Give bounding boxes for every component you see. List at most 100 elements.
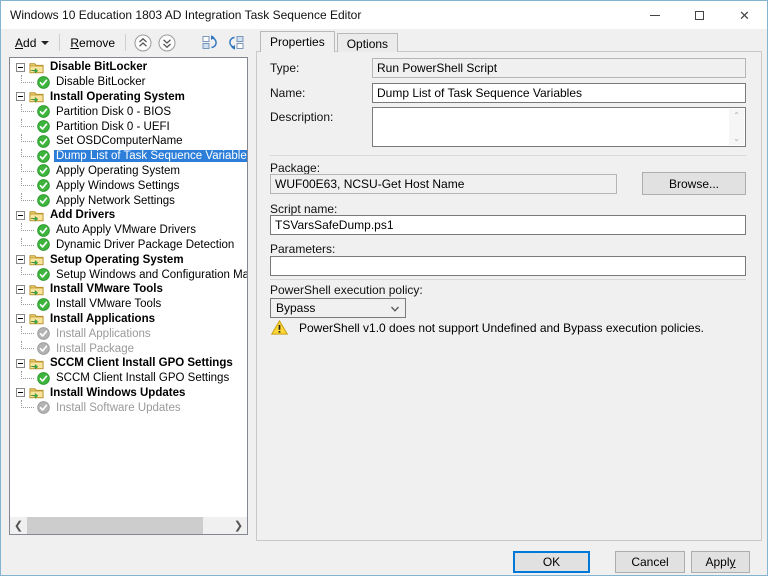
tree-step-row[interactable]: Disable BitLocker [10, 74, 247, 90]
tree-step-row[interactable]: SCCM Client Install GPO Settings [10, 370, 247, 386]
step-enabled-icon [37, 223, 50, 237]
remove-button[interactable]: Remove [65, 33, 120, 53]
step-enabled-icon [37, 371, 50, 385]
collapse-expander-icon[interactable] [16, 210, 25, 220]
group-folder-icon [29, 92, 44, 104]
tree-group-row[interactable]: Install Operating System [10, 90, 247, 105]
tree-group-row[interactable]: Add Drivers [10, 208, 247, 223]
tree-step-row[interactable]: Apply Windows Settings [10, 178, 247, 193]
tree-step-row[interactable]: Install Software Updates [10, 400, 247, 415]
group-folder-icon [29, 285, 44, 296]
tree-connector-line [21, 341, 34, 350]
tree-item-label: Install VMware Tools [50, 283, 163, 296]
group-folder-icon [29, 314, 44, 326]
tree-group-row[interactable]: Setup Operating System [10, 252, 247, 267]
add-button[interactable]: Add [10, 33, 54, 53]
task-sequence-tree: Disable BitLocker Disable BitLocker Instal… [10, 58, 247, 517]
chevron-down-icon [391, 306, 399, 312]
name-label: Name: [270, 86, 306, 100]
tree-connector-line [21, 237, 34, 246]
collapse-all-button[interactable] [202, 34, 219, 54]
tree-item-label: Install Software Updates [56, 401, 181, 414]
tree-group-row[interactable]: SCCM Client Install GPO Settings [10, 356, 247, 371]
cancel-button[interactable]: Cancel [615, 551, 685, 573]
tree-item-label: Setup Operating System [50, 253, 184, 266]
minimize-button[interactable] [632, 1, 677, 29]
execution-policy-label: PowerShell execution policy: [270, 283, 423, 297]
collapse-expander-icon[interactable] [16, 388, 25, 398]
chevron-down-icon [41, 40, 50, 45]
tab-options[interactable]: Options [336, 33, 399, 52]
tree-group-row[interactable]: Disable BitLocker [10, 60, 247, 75]
type-field[interactable]: Run PowerShell Script [372, 58, 746, 78]
script-name-input[interactable] [270, 215, 746, 235]
execution-policy-warning: PowerShell v1.0 does not support Undefin… [271, 320, 704, 335]
tree-group-row[interactable]: Install Windows Updates [10, 386, 247, 401]
task-sequence-editor-window: Windows 10 Education 1803 AD Integration… [0, 0, 768, 576]
tree-step-row[interactable]: Apply Network Settings [10, 193, 247, 208]
apply-button[interactable]: Appl y [691, 551, 750, 573]
step-enabled-icon [37, 149, 50, 163]
tree-connector-line [21, 133, 34, 142]
collapse-expander-icon[interactable] [16, 255, 25, 265]
parameters-input[interactable] [270, 256, 746, 276]
warning-icon [271, 320, 288, 335]
tree-step-row[interactable]: Install Package [10, 341, 247, 356]
tree-step-row[interactable]: Set OSDComputerName [10, 133, 247, 149]
step-enabled-icon [37, 75, 50, 89]
maximize-icon [695, 10, 704, 20]
move-up-button[interactable] [134, 34, 152, 52]
properties-tab-page: Type: Run PowerShell Script Name: Descri… [256, 51, 762, 541]
move-down-button[interactable] [158, 34, 176, 52]
tree-item-label: Install Applications [50, 312, 156, 325]
tree-item-label: Apply Network Settings [56, 194, 175, 207]
tree-step-row[interactable]: Partition Disk 0 - UEFI [10, 119, 247, 134]
description-input[interactable]: ⌃ ⌄ [372, 107, 746, 147]
tab-properties[interactable]: Properties [260, 31, 335, 52]
scrollbar-thumb[interactable] [27, 517, 203, 534]
tree-step-row[interactable]: Auto Apply VMware Drivers [10, 222, 247, 238]
collapse-expander-icon[interactable] [16, 358, 25, 368]
tree-group-row[interactable]: Install Applications [10, 312, 247, 327]
collapse-expander-icon[interactable] [16, 314, 25, 324]
tree-item-label: Install Operating System [50, 90, 185, 103]
window-title: Windows 10 Education 1803 AD Integration… [10, 8, 362, 22]
description-scrollbar[interactable]: ⌃ ⌄ [729, 109, 744, 145]
tree-step-row[interactable]: Install VMware Tools [10, 296, 247, 312]
tree-item-label: Dynamic Driver Package Detection [56, 238, 235, 251]
tree-step-row[interactable]: Install Applications [10, 326, 247, 341]
browse-button[interactable]: Browse... [642, 172, 746, 195]
tree-step-row[interactable]: Dump List of Task Sequence Variables [10, 148, 247, 164]
group-folder-icon [29, 255, 44, 266]
tree-item-label: SCCM Client Install GPO Settings [56, 372, 230, 385]
scroll-left-icon[interactable]: ❮ [10, 517, 27, 534]
collapse-expander-icon[interactable] [16, 284, 25, 294]
tree-item-label: Disable BitLocker [56, 76, 146, 89]
collapse-expander-icon[interactable] [16, 62, 25, 72]
tree-item-label: Partition Disk 0 - UEFI [56, 120, 170, 133]
tree-connector-line [21, 267, 34, 276]
close-button[interactable]: ✕ [722, 1, 767, 29]
ok-button[interactable]: OK [513, 551, 590, 573]
expand-all-button[interactable] [227, 34, 244, 54]
maximize-button[interactable] [677, 1, 722, 29]
scroll-right-icon[interactable]: ❯ [230, 517, 247, 534]
tree-group-row[interactable]: Install VMware Tools [10, 282, 247, 297]
tree-step-row[interactable]: Apply Operating System [10, 163, 247, 179]
step-enabled-icon [37, 179, 50, 193]
tree-item-label: Apply Operating System [56, 164, 181, 177]
step-enabled-icon [37, 105, 50, 119]
tree-step-row[interactable]: Setup Windows and Configuration Manager [10, 267, 247, 282]
execution-policy-dropdown[interactable]: Bypass [270, 298, 406, 318]
description-label: Description: [270, 110, 334, 124]
group-folder-icon [29, 211, 44, 222]
tree-step-row[interactable]: Dynamic Driver Package Detection [10, 237, 247, 253]
tree-horizontal-scrollbar[interactable]: ❮ ❯ [10, 517, 247, 534]
collapse-expander-icon[interactable] [16, 92, 25, 102]
tree-connector-line [21, 119, 34, 128]
name-input[interactable] [372, 83, 746, 103]
package-field[interactable]: WUF00E63, NCSU-Get Host Name [270, 174, 617, 194]
tree-step-row[interactable]: Partition Disk 0 - BIOS [10, 104, 247, 119]
step-enabled-icon [37, 297, 50, 311]
toolbar-right-icons [202, 34, 244, 54]
